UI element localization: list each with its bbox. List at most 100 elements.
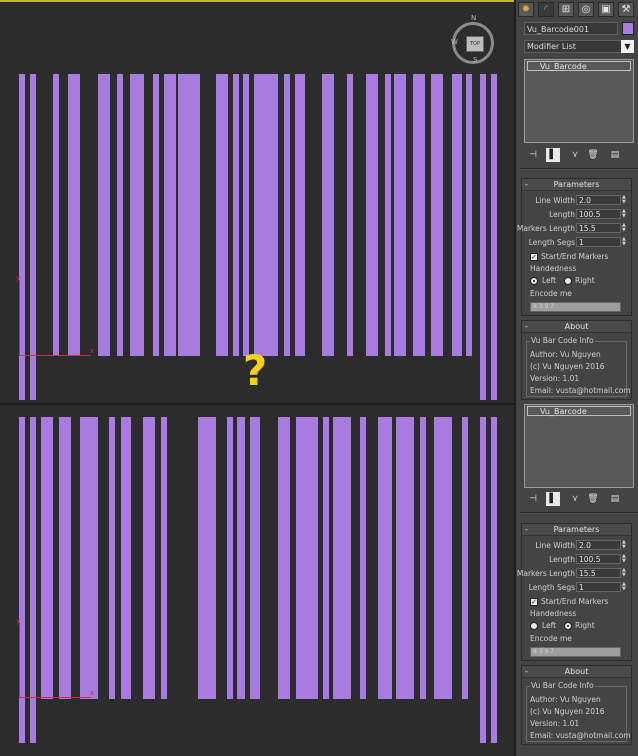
length-segs-row: Length Segs 1 ▲ ▼ (522, 582, 631, 593)
encode-input[interactable]: 8 3 9 7 (530, 302, 621, 312)
object-color-swatch[interactable] (622, 22, 634, 35)
line-width-row: Line Width 2.0 ▲ ▼ (522, 540, 631, 551)
barcode-bar (161, 417, 167, 699)
y-axis-label: y (16, 274, 21, 282)
handedness-right-radio[interactable] (564, 622, 572, 630)
remove-modifier-icon[interactable]: 🗑 (586, 148, 600, 162)
barcode-bar (452, 74, 462, 356)
modifier-list-label: Modifier List (527, 42, 576, 51)
viewcube-face[interactable]: TOP (466, 36, 484, 52)
length-segs-spinner[interactable]: 1 (576, 582, 621, 592)
modify-tab-icon[interactable]: ◜ (538, 2, 554, 17)
compass-south: S (474, 405, 478, 407)
length-label: Length (549, 210, 575, 219)
barcode-bar (178, 74, 200, 356)
make-unique-icon[interactable]: ⋎ (568, 492, 582, 506)
about-title: About (564, 322, 589, 331)
spinner-arrows-icon[interactable]: ▲ ▼ (622, 209, 628, 219)
modifier-stack[interactable]: Vu_Barcode (524, 59, 634, 143)
handedness-right-label: Right (575, 621, 595, 630)
markers-length-label: Markers Length (516, 569, 575, 578)
handedness-right-radio[interactable] (564, 277, 572, 285)
handedness-left-label: Left (542, 621, 557, 630)
configure-modifier-sets-icon[interactable]: ▤ (608, 148, 622, 162)
length-label: Length (549, 555, 575, 564)
barcode-bar (237, 417, 245, 699)
remove-modifier-icon[interactable]: 🗑 (586, 492, 600, 506)
utilities-tab-icon[interactable]: ⚒ (618, 2, 634, 17)
hierarchy-tab-icon[interactable]: ⊞ (558, 2, 574, 17)
modifier-stack[interactable]: Vu_Barcode (524, 404, 634, 488)
about-version: Version: 1.01 (530, 719, 580, 728)
about-rollout-header[interactable]: - About (522, 321, 631, 333)
motion-tab-icon[interactable]: ◎ (578, 2, 594, 17)
object-name-input[interactable]: Vu_Barcode001 (524, 22, 618, 35)
barcode-bar (53, 74, 59, 356)
viewcube[interactable]: TOP N S W (451, 14, 498, 64)
start-end-markers-checkbox[interactable]: ✓ (530, 598, 538, 606)
line-width-spinner[interactable]: 2.0 (576, 540, 621, 550)
length-spinner[interactable]: 100.5 (576, 554, 621, 564)
show-end-result-icon[interactable]: ▌ (546, 148, 560, 162)
pin-stack-icon[interactable]: ⊣ (526, 148, 540, 162)
spinner-arrows-icon[interactable]: ▲ ▼ (622, 540, 628, 550)
about-copyright: (c) Vu Nguyen 2016 (530, 707, 605, 716)
markers-length-spinner[interactable]: 15.5 (576, 223, 621, 233)
viewport-top[interactable]: y x TOP N S W (0, 0, 514, 404)
make-unique-icon[interactable]: ⋎ (568, 148, 582, 162)
barcode-bar (385, 74, 391, 356)
markers-length-spinner[interactable]: 15.5 (576, 568, 621, 578)
barcode-bar (243, 74, 249, 356)
about-author: Author: Vu Nguyen (530, 695, 601, 704)
start-end-markers-checkbox[interactable]: ✓ (530, 253, 538, 261)
stack-item-vu-barcode[interactable]: Vu_Barcode (527, 61, 631, 71)
barcode-bar (347, 74, 353, 356)
modifier-list-dropdown[interactable]: Modifier List ▼ (524, 40, 634, 53)
spinner-arrows-icon[interactable]: ▲ ▼ (622, 237, 628, 247)
barcode-bar (41, 417, 53, 699)
encode-input[interactable]: 8 3 9 7 (530, 647, 621, 657)
chevron-down-icon[interactable]: ▼ (621, 40, 634, 53)
length-segs-spinner[interactable]: 1 (576, 237, 621, 247)
viewport-bottom[interactable]: y x S (0, 405, 514, 756)
barcode-bar (491, 74, 497, 400)
about-rollout-header[interactable]: - About (522, 666, 631, 678)
handedness-left-radio[interactable] (530, 277, 538, 285)
barcode-bar (98, 74, 110, 356)
barcode-bar (198, 417, 216, 699)
spinner-arrows-icon[interactable]: ▲ ▼ (622, 195, 628, 205)
line-width-spinner[interactable]: 2.0 (576, 195, 621, 205)
barcode-bar (80, 417, 98, 699)
barcode-bar (216, 74, 228, 356)
parameters-rollout-header[interactable]: - Parameters (522, 524, 631, 536)
handedness-left-radio[interactable] (530, 622, 538, 630)
spinner-arrows-icon[interactable]: ▲ ▼ (622, 554, 628, 564)
x-axis-label: x (90, 689, 95, 697)
spinner-arrows-icon[interactable]: ▲ ▼ (622, 568, 628, 578)
barcode-bar (413, 74, 425, 356)
barcode-bar (296, 417, 318, 699)
display-tab-icon[interactable]: ▣ (598, 2, 614, 17)
show-end-result-icon[interactable]: ▌ (546, 492, 560, 506)
barcode-bar (431, 74, 443, 356)
barcode-bar (462, 417, 468, 699)
about-rollout: - About Vu Bar Code Info Author: Vu Nguye… (521, 320, 632, 400)
about-title: About (564, 667, 589, 676)
stack-item-vu-barcode[interactable]: Vu_Barcode (527, 406, 631, 416)
configure-modifier-sets-icon[interactable]: ▤ (608, 492, 622, 506)
parameters-rollout-header[interactable]: - Parameters (522, 179, 631, 191)
about-author: Author: Vu Nguyen (530, 350, 601, 359)
about-version: Version: 1.01 (530, 374, 580, 383)
line-width-label: Line Width (535, 196, 575, 205)
spinner-arrows-icon[interactable]: ▲ ▼ (622, 223, 628, 233)
spinner-arrows-icon[interactable]: ▲ ▼ (622, 582, 628, 592)
create-tab-icon[interactable]: ✹ (518, 2, 534, 17)
pin-stack-icon[interactable]: ⊣ (526, 492, 540, 506)
x-axis-gizmo (19, 355, 91, 356)
barcode-bar (322, 74, 334, 356)
parameters-rollout: - Parameters Line Width 2.0 ▲ ▼ Length 100… (517, 178, 632, 316)
x-axis-gizmo (19, 697, 91, 698)
about-info-group: Vu Bar Code Info Author: Vu Nguyen (c) V… (526, 336, 631, 397)
about-rollout: - About Vu Bar Code Info Author: Vu Nguye… (521, 665, 632, 745)
length-spinner[interactable]: 100.5 (576, 209, 621, 219)
